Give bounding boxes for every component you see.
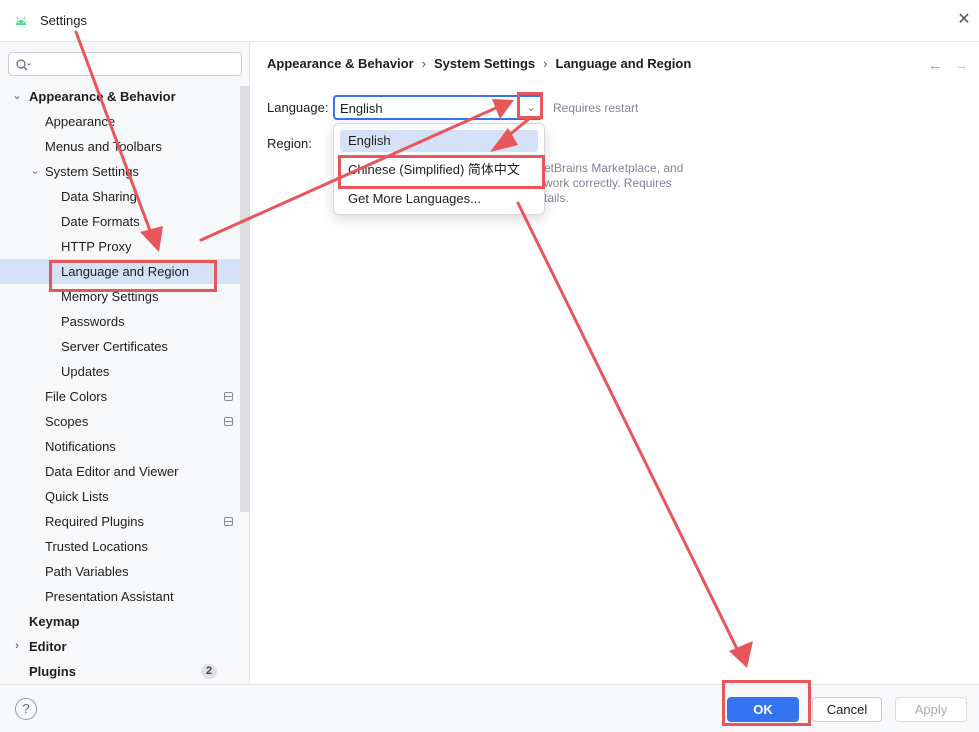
tree-item-file-colors[interactable]: File Colors [0,384,240,409]
chevron-down-icon[interactable]: ⌄ [11,84,23,109]
project-level-icon [224,417,233,426]
apply-button[interactable]: Apply [895,697,967,722]
tree-item-data-sharing[interactable]: Data Sharing [0,184,240,209]
breadcrumb-item: Language and Region [555,56,692,71]
dialog-button-bar: ? OK Cancel Apply [0,684,979,732]
tree-item-quick-lists[interactable]: Quick Lists [0,484,240,509]
plugins-update-badge: 2 [201,664,217,679]
tree-item-presentation-assistant[interactable]: Presentation Assistant [0,584,240,609]
search-icon [16,59,31,71]
chevron-down-icon[interactable]: ⌄ [29,159,41,184]
tree-item-scopes[interactable]: Scopes [0,409,240,434]
tree-item-system-settings[interactable]: ⌄ System Settings [0,159,240,184]
breadcrumb-separator-icon: › [421,56,427,71]
annotation-highlight-dropdown-arrow [517,92,543,119]
annotation-highlight-chinese-option [338,155,545,189]
tree-item-server-certificates[interactable]: Server Certificates [0,334,240,359]
annotation-highlight-ok-button [722,680,811,726]
tree-item-plugins[interactable]: Plugins 2 [0,659,240,684]
project-level-icon [224,517,233,526]
language-value: English [340,101,383,116]
language-combobox[interactable]: English ⌄ [333,95,543,120]
tree-item-keymap[interactable]: Keymap [0,609,240,634]
window-title: Settings [40,13,87,28]
sidebar-scrollbar[interactable] [240,86,250,512]
option-get-more-languages[interactable]: Get More Languages... [340,188,538,210]
language-note: etBrains Marketplace, and work correctly… [544,161,684,205]
breadcrumb: Appearance & Behavior › System Settings › La… [267,56,691,71]
option-english[interactable]: English [340,130,538,152]
title-bar: Settings ✕ [0,0,979,42]
breadcrumb-separator-icon: › [543,56,548,71]
settings-sidebar: ⌄ Appearance & Behavior Appearance Menus… [0,42,250,684]
annotation-highlight-language-region [49,260,217,292]
tree-item-notifications[interactable]: Notifications [0,434,240,459]
tree-item-updates[interactable]: Updates [0,359,240,384]
tree-item-editor[interactable]: › Editor [0,634,240,659]
close-icon[interactable]: ✕ [956,12,972,28]
tree-item-appearance[interactable]: Appearance [0,109,240,134]
back-arrow-icon[interactable]: ← [928,57,943,74]
android-icon [16,16,26,25]
region-label: Region: [267,136,312,151]
tree-item-trusted-locations[interactable]: Trusted Locations [0,534,240,559]
tree-item-appearance-behavior[interactable]: ⌄ Appearance & Behavior [0,84,240,109]
breadcrumb-item: System Settings [434,56,536,71]
tree-item-passwords[interactable]: Passwords [0,309,240,334]
settings-tree: ⌄ Appearance & Behavior Appearance Menus… [0,84,240,684]
breadcrumb-item: Appearance & Behavior [267,56,414,71]
tree-item-required-plugins[interactable]: Required Plugins [0,509,240,534]
search-input[interactable] [8,52,242,76]
tree-item-menus-toolbars[interactable]: Menus and Toolbars [0,134,240,159]
tree-item-date-formats[interactable]: Date Formats [0,209,240,234]
tree-item-http-proxy[interactable]: HTTP Proxy [0,234,240,259]
requires-restart-hint: Requires restart [553,101,639,115]
tree-item-path-variables[interactable]: Path Variables [0,559,240,584]
language-label: Language: [267,100,329,115]
help-icon[interactable]: ? [15,698,37,720]
tree-item-data-editor-viewer[interactable]: Data Editor and Viewer [0,459,240,484]
chevron-right-icon[interactable]: › [11,634,23,659]
project-level-icon [224,392,233,401]
cancel-button[interactable]: Cancel [812,697,882,722]
forward-arrow-icon[interactable]: → [954,57,969,74]
